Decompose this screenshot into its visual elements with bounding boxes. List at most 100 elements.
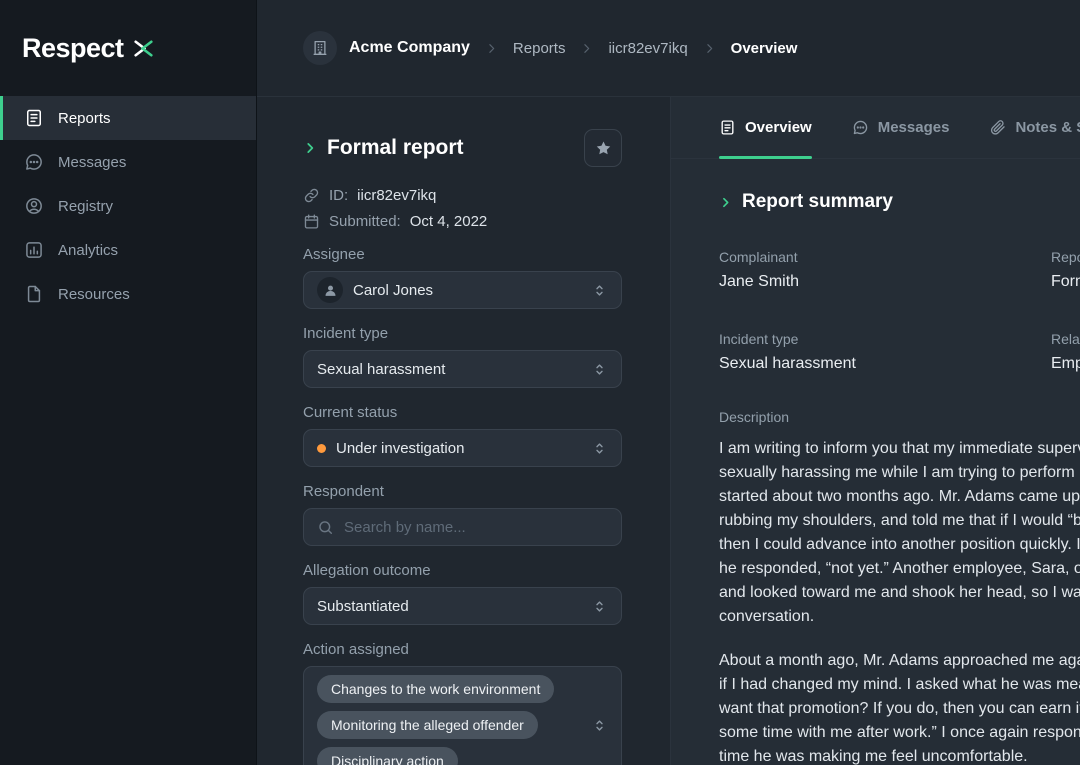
unfold-icon	[591, 282, 608, 299]
allegation-outcome-select[interactable]: Substantiated	[303, 587, 622, 625]
breadcrumb-company-name: Acme Company	[349, 39, 470, 57]
status-dot	[317, 444, 326, 453]
respondent-label: Respondent	[303, 483, 622, 500]
breadcrumb-report-id[interactable]: iicr82ev7ikq	[608, 40, 687, 57]
allegation-outcome-field: Allegation outcome Substantiated	[303, 562, 622, 625]
reports-icon	[24, 108, 44, 128]
breadcrumb: Acme Company Reports iicr82ev7ikq Overvi…	[303, 31, 797, 65]
incident-type-select[interactable]: Sexual harassment	[303, 350, 622, 388]
unfold-icon	[591, 717, 608, 734]
breadcrumb-current: Overview	[731, 40, 798, 57]
current-status-select[interactable]: Under investigation	[303, 429, 622, 467]
report-submitted-row: Submitted: Oct 4, 2022	[303, 213, 622, 230]
logo-text: Respect	[22, 33, 124, 64]
content-area: Formal report ID: iicr82ev7ikq Submitted…	[257, 97, 1080, 765]
assignee-avatar	[317, 277, 343, 303]
report-type-value: Formal report	[1051, 273, 1080, 291]
sidebar-item-label: Registry	[58, 198, 113, 215]
action-chips: Changes to the work environment Monitori…	[317, 675, 591, 765]
main-area: Acme Company Reports iicr82ev7ikq Overvi…	[257, 0, 1080, 765]
report-title: Formal report	[327, 136, 574, 160]
current-status-value: Under investigation	[336, 440, 464, 457]
logo-x-icon	[131, 36, 156, 61]
complainant-field: Complainant Jane Smith	[719, 249, 1051, 291]
respondent-field: Respondent	[303, 483, 622, 546]
breadcrumb-reports[interactable]: Reports	[513, 40, 566, 57]
current-status-field: Current status Under investigation	[303, 404, 622, 467]
report-id-row: ID: iicr82ev7ikq	[303, 187, 622, 204]
messages-icon	[24, 152, 44, 172]
breadcrumb-separator-icon	[703, 42, 716, 55]
topbar: Acme Company Reports iicr82ev7ikq Overvi…	[257, 0, 1080, 97]
link-icon	[303, 187, 320, 204]
overview-tab-icon	[719, 119, 736, 136]
incident-type-label: Incident type	[303, 325, 622, 342]
paperclip-icon	[989, 119, 1006, 136]
collapse-chevron-icon[interactable]	[303, 141, 317, 155]
summary-fields: Complainant Jane Smith Report type Forma…	[719, 249, 1080, 373]
registry-icon	[24, 196, 44, 216]
action-chip[interactable]: Monitoring the alleged offender	[317, 711, 538, 739]
description-section: Description I am writing to inform you t…	[719, 409, 1080, 765]
sidebar-item-registry[interactable]: Registry	[0, 184, 256, 228]
tab-label: Overview	[745, 119, 812, 136]
allegation-outcome-label: Allegation outcome	[303, 562, 622, 579]
app-logo: Respect	[0, 0, 256, 96]
messages-tab-icon	[852, 119, 869, 136]
summary-heading-row: Report summary	[719, 191, 1080, 213]
assignee-label: Assignee	[303, 246, 622, 263]
sidebar-item-resources[interactable]: Resources	[0, 272, 256, 316]
calendar-icon	[303, 213, 320, 230]
description-paragraph: I am writing to inform you that my immed…	[719, 437, 1080, 629]
relationship-label: Relationship	[1051, 331, 1080, 347]
action-chip[interactable]: Disciplinary action	[317, 747, 458, 765]
search-icon	[317, 519, 334, 536]
collapse-chevron-icon[interactable]	[719, 196, 732, 209]
favorite-button[interactable]	[584, 129, 622, 167]
sidebar: Respect Reports Messages	[0, 0, 257, 765]
submitted-label: Submitted:	[329, 213, 401, 230]
report-type-field: Report type Formal report	[1051, 249, 1080, 291]
tab-label: Messages	[878, 119, 950, 136]
assignee-value: Carol Jones	[353, 282, 433, 299]
respondent-search[interactable]	[303, 508, 622, 546]
tab-label: Notes & Statements	[1015, 119, 1080, 136]
incident-type-field: Incident type Sexual harassment	[303, 325, 622, 388]
respondent-search-input[interactable]	[344, 519, 608, 536]
sidebar-item-messages[interactable]: Messages	[0, 140, 256, 184]
sidebar-item-reports[interactable]: Reports	[0, 96, 256, 140]
sidebar-item-label: Resources	[58, 286, 130, 303]
breadcrumb-separator-icon	[580, 42, 593, 55]
summary-body: Report summary Complainant Jane Smith Re…	[671, 159, 1080, 765]
tab-messages[interactable]: Messages	[852, 97, 950, 158]
relationship-field: Relationship Employee	[1051, 331, 1080, 373]
unfold-icon	[591, 440, 608, 457]
action-assigned-multiselect[interactable]: Changes to the work environment Monitori…	[303, 666, 622, 765]
complainant-value: Jane Smith	[719, 273, 1051, 291]
summary-incident-type-field: Incident type Sexual harassment	[719, 331, 1051, 373]
company-avatar	[303, 31, 337, 65]
report-type-label: Report type	[1051, 249, 1080, 265]
report-title-row: Formal report	[303, 129, 622, 167]
breadcrumb-company[interactable]: Acme Company	[303, 31, 470, 65]
sidebar-nav: Reports Messages Registry Analytics	[0, 96, 256, 316]
complainant-label: Complainant	[719, 249, 1051, 265]
breadcrumb-separator-icon	[485, 42, 498, 55]
allegation-outcome-value: Substantiated	[317, 598, 409, 615]
star-icon	[594, 139, 613, 158]
action-chip[interactable]: Changes to the work environment	[317, 675, 554, 703]
report-id-label: ID:	[329, 187, 348, 204]
sidebar-item-analytics[interactable]: Analytics	[0, 228, 256, 272]
unfold-icon	[591, 361, 608, 378]
assignee-select[interactable]: Carol Jones	[303, 271, 622, 309]
summary-incident-type-label: Incident type	[719, 331, 1051, 347]
person-icon	[323, 283, 338, 298]
tab-notes-statements[interactable]: Notes & Statements	[989, 97, 1080, 158]
unfold-icon	[591, 598, 608, 615]
resources-icon	[24, 284, 44, 304]
summary-title: Report summary	[742, 191, 893, 213]
tab-overview[interactable]: Overview	[719, 97, 812, 158]
description-label: Description	[719, 409, 1080, 425]
analytics-icon	[24, 240, 44, 260]
report-meta: ID: iicr82ev7ikq Submitted: Oct 4, 2022	[303, 187, 622, 230]
